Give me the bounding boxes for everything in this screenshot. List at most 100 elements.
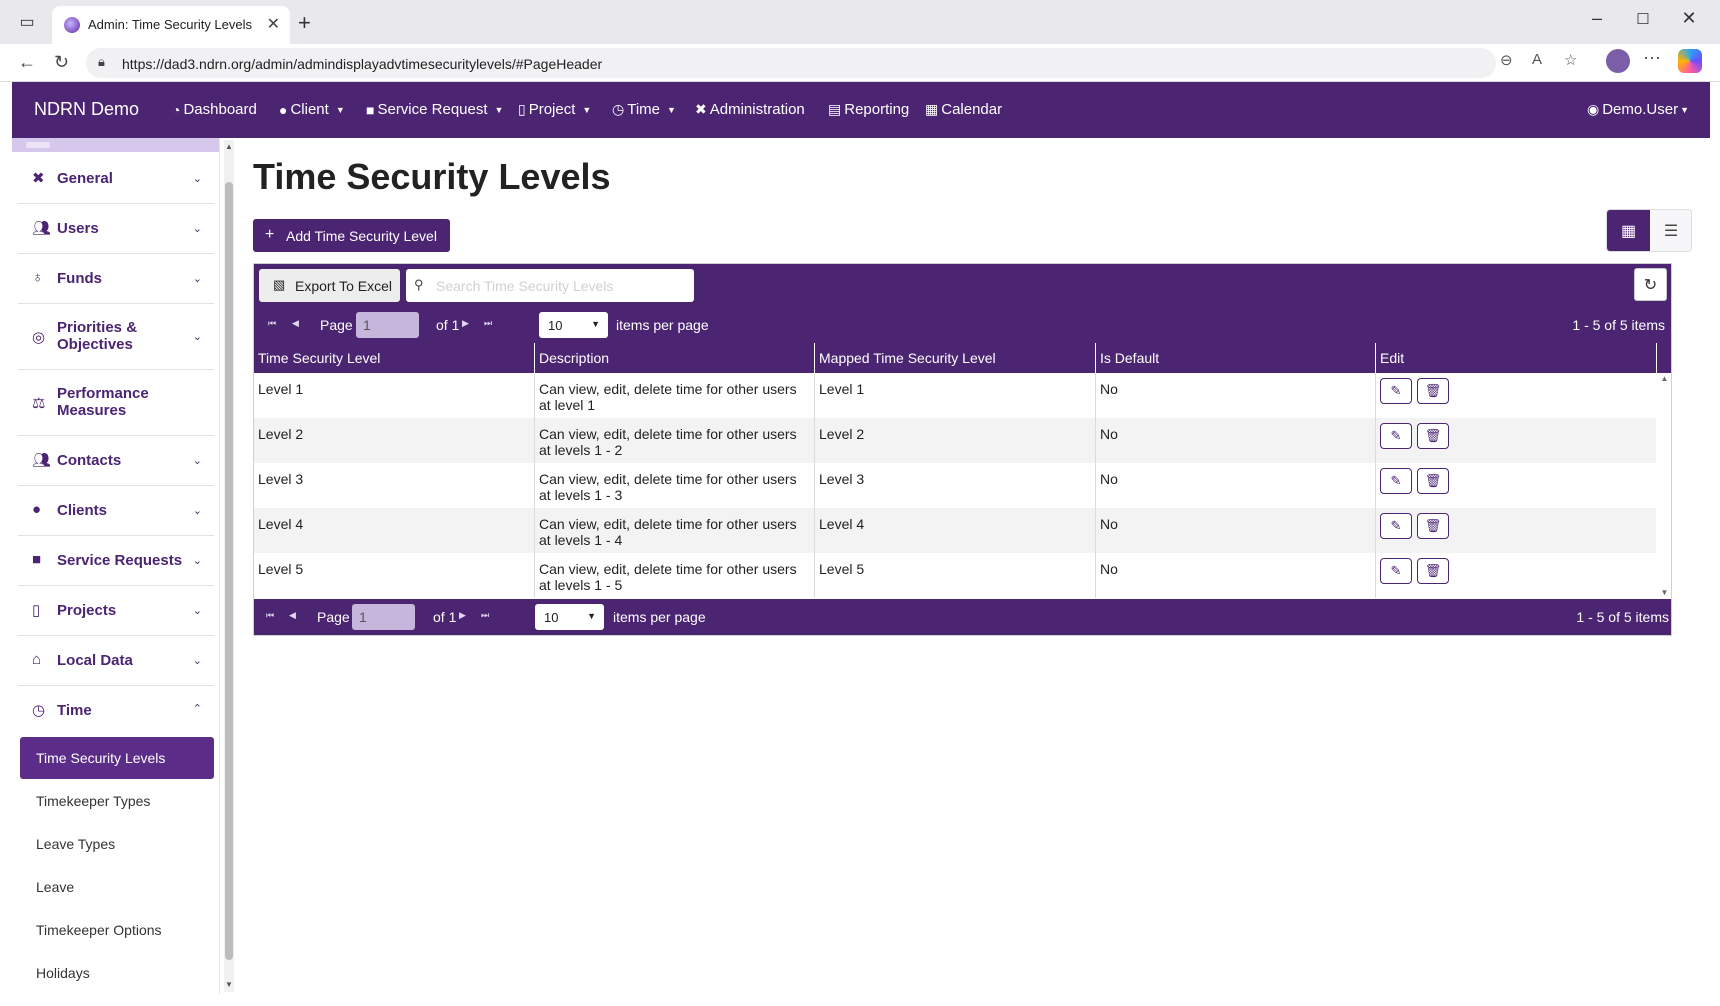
edit-icon[interactable]: ✎ (1380, 423, 1412, 449)
scrollbar-thumb[interactable] (225, 182, 233, 960)
page-size-select[interactable]: 10 ▼ (535, 604, 604, 630)
sidebar-section-service-requests[interactable]: ■ Service Requests ⌄ (18, 536, 214, 586)
sidebar-section-label: Users (57, 220, 99, 237)
zoom-icon[interactable]: ⊖ (1500, 51, 1513, 69)
sidebar-scrollbar[interactable]: ▲ ▼ (224, 140, 234, 992)
export-to-excel-button[interactable]: ▧ Export To Excel (259, 269, 400, 302)
pager-info: 1 - 5 of 5 items (1572, 317, 1665, 333)
cell-mapped: Level 1 (815, 373, 1096, 418)
sidebar-item-holidays[interactable]: Holidays (20, 952, 214, 994)
page-number-input[interactable]: 1 (356, 312, 419, 338)
nav-dashboard[interactable]: ◔ Dashboard (172, 101, 257, 118)
nav-service-request[interactable]: ■ Service Request ▼ (366, 101, 503, 118)
nav-client[interactable]: ● Client ▼ (279, 101, 345, 118)
cell-edit: ✎ 🗑︎ (1376, 373, 1656, 418)
sidebar-item-time-security-levels[interactable]: Time Security Levels (20, 737, 214, 779)
first-page-icon[interactable]: ⏮ (266, 610, 274, 621)
last-page-icon[interactable]: ⏭ (484, 318, 492, 329)
sidebar-toggle-icon[interactable]: ▭ (16, 11, 38, 33)
sidebar-section-time[interactable]: ◷ Time ⌃ (18, 686, 214, 734)
list-view-icon[interactable]: ☰ (1650, 210, 1691, 251)
sidebar-section-funds[interactable]: ♁ Funds ⌄ (18, 254, 214, 304)
nav-calendar[interactable]: ▦ Calendar (925, 101, 1002, 118)
search-box[interactable]: ⚲ (406, 269, 694, 302)
table-row[interactable]: Level 3 Can view, edit, delete time for … (254, 463, 1656, 508)
sidebar-section-projects[interactable]: ▯ Projects ⌄ (18, 586, 214, 636)
trash-icon[interactable]: 🗑︎ (1417, 423, 1449, 449)
sidebar-section-contacts[interactable]: 👥︎ Contacts ⌄ (18, 436, 214, 486)
maximize-icon[interactable]: ☐ (1628, 10, 1658, 28)
browser-tab[interactable]: Admin: Time Security Levels ✕ (52, 6, 290, 44)
refresh-button[interactable]: ↻ (1634, 268, 1667, 301)
column-header-is-default[interactable]: Is Default (1096, 343, 1376, 373)
add-time-security-level-button[interactable]: + Add Time Security Level (253, 219, 450, 252)
prev-page-icon[interactable]: ◀ (289, 610, 296, 621)
sidebar-section-users[interactable]: 👥︎ Users ⌄ (18, 204, 214, 254)
cell-is-default: No (1096, 553, 1376, 598)
scroll-down-icon[interactable]: ▼ (1658, 588, 1671, 597)
next-page-icon[interactable]: ▶ (462, 318, 469, 329)
sidebar-section-performance-measures[interactable]: ⚖︎ Performance Measures (18, 370, 214, 436)
scroll-up-icon[interactable]: ▲ (224, 142, 234, 151)
reload-icon[interactable]: ↻ (54, 52, 69, 73)
close-tab-icon[interactable]: ✕ (267, 14, 280, 34)
table-row[interactable]: Level 4 Can view, edit, delete time for … (254, 508, 1656, 553)
sidebar-section-local-data[interactable]: ⌂ Local Data ⌄ (18, 636, 214, 686)
trash-icon[interactable]: 🗑︎ (1417, 378, 1449, 404)
sidebar-item-leave-types[interactable]: Leave Types (20, 823, 214, 865)
search-input[interactable] (436, 275, 686, 297)
desc-line: at levels 1 - 5 (539, 577, 623, 593)
profile-avatar[interactable] (1606, 49, 1630, 73)
scroll-up-icon[interactable]: ▲ (1658, 374, 1671, 383)
sidebar-item-timekeeper-options[interactable]: Timekeeper Options (20, 909, 214, 951)
next-page-icon[interactable]: ▶ (459, 610, 466, 621)
close-window-icon[interactable]: ✕ (1674, 8, 1704, 29)
column-header-level[interactable]: Time Security Level (254, 343, 535, 373)
read-aloud-icon[interactable]: A (1532, 51, 1542, 68)
sidebar-section-general[interactable]: ✖ General ⌄ (18, 154, 214, 204)
new-tab-icon[interactable]: + (298, 10, 311, 36)
page-size-select[interactable]: 10 ▼ (539, 312, 608, 338)
column-header-description[interactable]: Description (535, 343, 815, 373)
nav-reporting[interactable]: ▤ Reporting (828, 101, 909, 118)
sidebar-section-priorities[interactable]: ◎ Priorities & Objectives ⌄ (18, 304, 214, 370)
user-name: Demo.User (1602, 101, 1679, 118)
last-page-icon[interactable]: ⏭ (481, 610, 489, 621)
chevron-down-icon: ⌄ (192, 655, 202, 667)
add-button-label: Add Time Security Level (286, 228, 437, 244)
sidebar-section-clients[interactable]: ● Clients ⌄ (18, 486, 214, 536)
sidebar-item-label: Time Security Levels (36, 750, 166, 766)
nav-administration[interactable]: ✖ Administration (695, 101, 805, 118)
nav-project[interactable]: ▯ Project ▼ (518, 101, 591, 118)
prev-page-icon[interactable]: ◀ (292, 318, 299, 329)
trash-icon[interactable]: 🗑︎ (1417, 558, 1449, 584)
sidebar-section-label: Projects (57, 602, 117, 619)
back-icon[interactable]: ← (18, 52, 36, 73)
brand-name[interactable]: NDRN Demo (34, 99, 139, 120)
clock-icon: ◷ (612, 101, 625, 117)
more-menu-icon[interactable]: ⋯ (1643, 48, 1661, 69)
minimize-icon[interactable]: – (1582, 8, 1612, 29)
table-row[interactable]: Level 5 Can view, edit, delete time for … (254, 553, 1656, 598)
trash-icon[interactable]: 🗑︎ (1417, 513, 1449, 539)
sidebar-item-leave[interactable]: Leave (20, 866, 214, 908)
edit-icon[interactable]: ✎ (1380, 558, 1412, 584)
edit-icon[interactable]: ✎ (1380, 468, 1412, 494)
column-header-mapped[interactable]: Mapped Time Security Level (815, 343, 1096, 373)
table-row[interactable]: Level 1 Can view, edit, delete time for … (254, 373, 1656, 418)
sidebar-item-timekeeper-types[interactable]: Timekeeper Types (20, 780, 214, 822)
favorite-star-icon[interactable]: ☆ (1564, 51, 1577, 69)
grid-view-icon[interactable]: ▦ (1607, 210, 1650, 251)
nav-user-menu[interactable]: ◉ Demo.User ▼ (1587, 101, 1689, 118)
first-page-icon[interactable]: ⏮ (268, 318, 276, 329)
url-field[interactable]: 🔒︎ https://dad3.ndrn.org/admin/admindisp… (86, 48, 1496, 78)
edit-icon[interactable]: ✎ (1380, 378, 1412, 404)
scroll-down-icon[interactable]: ▼ (224, 980, 234, 989)
trash-icon[interactable]: 🗑︎ (1417, 468, 1449, 494)
page-number-input[interactable]: 1 (352, 604, 415, 630)
copilot-icon[interactable] (1678, 49, 1702, 73)
table-row[interactable]: Level 2 Can view, edit, delete time for … (254, 418, 1656, 463)
edit-icon[interactable]: ✎ (1380, 513, 1412, 539)
table-scrollbar[interactable]: ▲ ▼ (1658, 374, 1671, 600)
nav-time[interactable]: ◷ Time ▼ (612, 101, 676, 118)
